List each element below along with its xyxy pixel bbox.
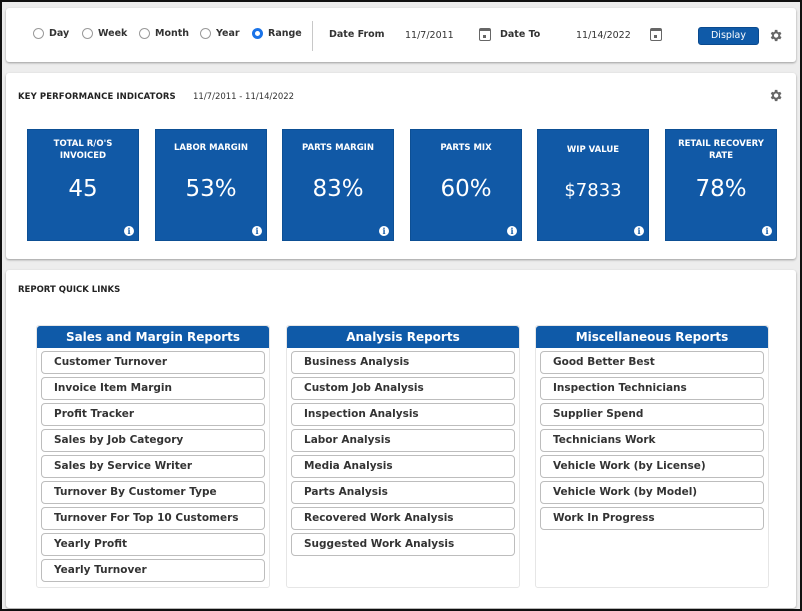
report-link[interactable]: Custom Job Analysis [291, 377, 515, 400]
info-icon[interactable]: i [507, 226, 517, 236]
report-link[interactable]: Profit Tracker [41, 403, 265, 426]
kpi-tile-parts-margin: PARTS MARGIN 83% i [282, 129, 394, 241]
kpi-tile-label: WIP VALUE [566, 145, 620, 155]
kpi-tile-value: 45 [68, 176, 98, 202]
info-icon[interactable]: i [124, 226, 134, 236]
report-link[interactable]: Yearly Turnover [41, 559, 265, 582]
kpi-date-range: 11/7/2011 - 11/14/2022 [193, 92, 295, 102]
radio-circle[interactable] [33, 28, 44, 39]
radio-circle-selected[interactable] [252, 28, 263, 39]
report-link[interactable]: Turnover For Top 10 Customers [41, 507, 265, 530]
info-icon[interactable]: i [762, 226, 772, 236]
kpi-tile-labor-margin: LABOR MARGIN 53% i [155, 129, 267, 241]
report-link[interactable]: Labor Analysis [291, 429, 515, 452]
info-icon[interactable]: i [252, 226, 262, 236]
kpi-tile-total-ros: TOTAL R/O'S INVOICED 45 i [27, 129, 139, 241]
radio-month[interactable]: Month [139, 28, 189, 39]
sales-margin-reports-column: Sales and Margin Reports Customer Turnov… [36, 325, 270, 588]
kpi-tile-label: PARTS MARGIN [302, 143, 374, 153]
gear-icon[interactable] [768, 28, 783, 43]
kpi-tile-value: 83% [312, 176, 364, 202]
kpi-tile-label: TOTAL R/O'S INVOICED [53, 139, 113, 161]
report-link[interactable]: Inspection Analysis [291, 403, 515, 426]
report-link[interactable]: Vehicle Work (by Model) [540, 481, 764, 504]
report-link[interactable]: Suggested Work Analysis [291, 533, 515, 556]
radio-label-day: Day [49, 28, 70, 39]
column-heading: Miscellaneous Reports [536, 326, 768, 348]
kpi-tile-wip-value: WIP VALUE $7833 i [537, 129, 649, 241]
report-link[interactable]: Media Analysis [291, 455, 515, 478]
gear-icon[interactable] [768, 88, 783, 103]
kpi-tile-label: LABOR MARGIN [173, 143, 249, 153]
radio-label-week: Week [98, 28, 128, 39]
kpi-tile-value: 53% [185, 176, 237, 202]
radio-circle[interactable] [82, 28, 93, 39]
report-link[interactable]: Sales by Job Category [41, 429, 265, 452]
radio-circle[interactable] [139, 28, 150, 39]
report-link[interactable]: Good Better Best [540, 351, 764, 374]
radio-label-year: Year [216, 28, 240, 39]
divider [312, 21, 313, 51]
kpi-panel: KEY PERFORMANCE INDICATORS 11/7/2011 - 1… [6, 73, 796, 259]
analysis-reports-column: Analysis Reports Business Analysis Custo… [286, 325, 520, 588]
kpi-tile-value: $7833 [564, 180, 622, 201]
kpi-tile-retail-recovery-rate: RETAIL RECOVERY RATE 78% i [665, 129, 777, 241]
kpi-tile-value: 78% [695, 176, 747, 202]
column-heading: Sales and Margin Reports [37, 326, 269, 348]
calendar-icon[interactable] [479, 28, 491, 41]
quick-links-title: REPORT QUICK LINKS [18, 285, 121, 295]
report-link[interactable]: Yearly Profit [41, 533, 265, 556]
date-filter-bar: Day Week Month Year Range Date From Date… [6, 8, 796, 62]
report-link[interactable]: Technicians Work [540, 429, 764, 452]
report-link[interactable]: Work In Progress [540, 507, 764, 530]
date-from-input[interactable] [405, 30, 471, 41]
miscellaneous-reports-column: Miscellaneous Reports Good Better Best I… [535, 325, 769, 588]
report-link[interactable]: Parts Analysis [291, 481, 515, 504]
report-quick-links-panel: REPORT QUICK LINKS Sales and Margin Repo… [6, 270, 796, 608]
report-link[interactable]: Vehicle Work (by License) [540, 455, 764, 478]
column-heading: Analysis Reports [287, 326, 519, 348]
report-link[interactable]: Business Analysis [291, 351, 515, 374]
report-link[interactable]: Turnover By Customer Type [41, 481, 265, 504]
report-link[interactable]: Invoice Item Margin [41, 377, 265, 400]
radio-week[interactable]: Week [82, 28, 127, 39]
calendar-icon[interactable] [650, 28, 662, 41]
kpi-tile-parts-mix: PARTS MIX 60% i [410, 129, 522, 241]
report-dashboard: Day Week Month Year Range Date From Date… [2, 2, 800, 609]
kpi-tile-value: 60% [440, 176, 492, 202]
radio-year[interactable]: Year [200, 28, 240, 39]
date-to-label: Date To [500, 29, 541, 40]
report-link[interactable]: Inspection Technicians [540, 377, 764, 400]
display-button[interactable]: Display [698, 27, 759, 45]
kpi-title: KEY PERFORMANCE INDICATORS [18, 92, 176, 102]
radio-circle[interactable] [200, 28, 211, 39]
info-icon[interactable]: i [634, 226, 644, 236]
radio-day[interactable]: Day [33, 28, 69, 39]
radio-label-range: Range [268, 28, 302, 39]
report-link[interactable]: Recovered Work Analysis [291, 507, 515, 530]
report-link[interactable]: Supplier Spend [540, 403, 764, 426]
date-from-label: Date From [329, 29, 385, 40]
date-to-input[interactable] [576, 30, 648, 41]
radio-label-month: Month [155, 28, 190, 39]
kpi-tile-label: PARTS MIX [440, 143, 492, 153]
kpi-tile-label: RETAIL RECOVERY RATE [678, 139, 764, 161]
report-link[interactable]: Customer Turnover [41, 351, 265, 374]
info-icon[interactable]: i [379, 226, 389, 236]
report-link[interactable]: Sales by Service Writer [41, 455, 265, 478]
radio-range[interactable]: Range [252, 28, 302, 39]
